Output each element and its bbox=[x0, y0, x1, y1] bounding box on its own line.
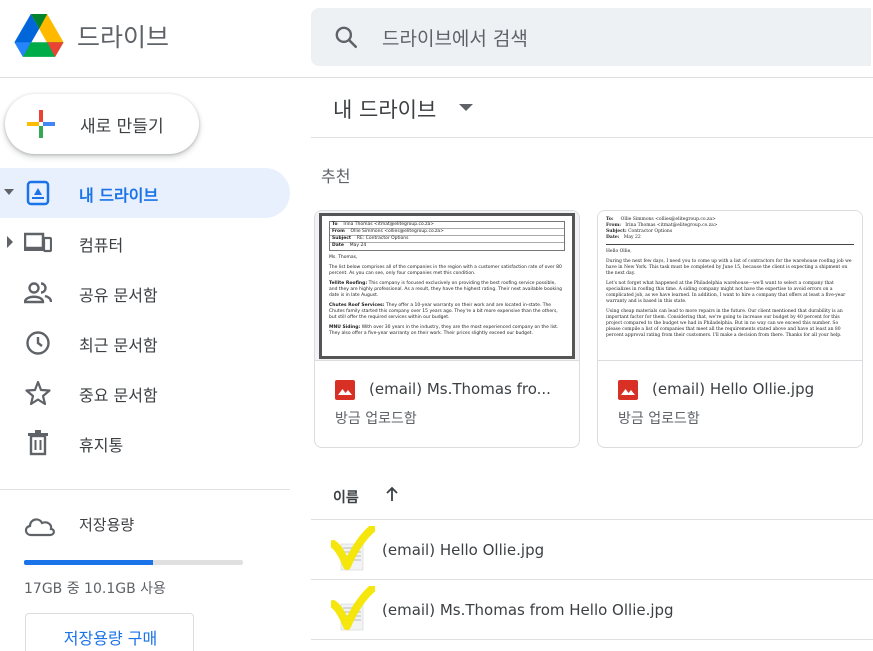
computer-icon bbox=[24, 232, 52, 253]
storage-usage-fill bbox=[24, 560, 154, 565]
preview-paragraph: Tellite Roofing: This company is focused… bbox=[329, 281, 563, 298]
file-preview-thumbnail: To Irina Thomas <itmat@elitegroup.co.za>… bbox=[315, 211, 579, 361]
preview-paragraph: MNU Siding: With over 30 years in the in… bbox=[329, 325, 559, 336]
checkmark-thumbnail-icon bbox=[331, 526, 375, 571]
suggested-file-card[interactable]: To Irina Thomas <itmat@elitegroup.co.za>… bbox=[314, 210, 580, 448]
sidebar-item-label: 공유 문서함 bbox=[79, 286, 158, 305]
preview-paragraph: The list below comprises all of the comp… bbox=[329, 265, 562, 276]
suggested-file-card[interactable]: To: Ollie Simmons <ollies@elitegroup.co.… bbox=[597, 210, 863, 448]
preview-header-key: Date: bbox=[606, 235, 620, 240]
preview-header-table: To Irina Thomas <itmat@elitegroup.co.za>… bbox=[329, 221, 565, 251]
main-title-row: 내 드라이브 bbox=[311, 78, 873, 138]
image-file-icon bbox=[335, 380, 355, 400]
star-icon bbox=[25, 380, 51, 406]
card-name-row: (email) Hello Ollie.jpg bbox=[618, 378, 858, 402]
sidebar-item-starred[interactable]: 중요 문서함 bbox=[0, 368, 295, 418]
preview-paragraph: Let's not forget what happened at the Ph… bbox=[606, 281, 846, 304]
shared-icon bbox=[24, 282, 52, 304]
preview-header-table: To: Ollie Simmons <ollies@elitegroup.co.… bbox=[606, 217, 854, 241]
card-subtitle: 방금 업로드함 bbox=[618, 411, 700, 427]
search-bar[interactable]: 드라이브에서 검색 bbox=[311, 8, 871, 66]
suggested-section-label: 추천 bbox=[321, 167, 351, 186]
sidebar-item-trash[interactable]: 휴지통 bbox=[0, 418, 295, 468]
preview-header-key: From: bbox=[606, 223, 621, 228]
preview-header-key: Date bbox=[332, 243, 344, 248]
new-button-label: 새로 만들기 bbox=[80, 117, 164, 137]
sidebar-item-computers[interactable]: 컴퓨터 bbox=[0, 218, 295, 268]
preview-paragraph: Using cheap materials can lead to more r… bbox=[606, 309, 843, 338]
caret-right-icon[interactable] bbox=[4, 236, 14, 248]
sidebar-item-label: 내 드라이브 bbox=[79, 186, 159, 205]
sidebar-item-label: 최근 문서함 bbox=[79, 336, 158, 355]
preview-header-value: Contractor Options bbox=[628, 229, 673, 234]
preview-header-key: To bbox=[332, 222, 338, 227]
preview-header-value: Irina Thomas <itmat@elitegroup.co.za> bbox=[625, 223, 718, 228]
recent-icon bbox=[26, 331, 50, 355]
sidebar-item-label: 중요 문서함 bbox=[79, 386, 158, 405]
preview-header-value: May 24 bbox=[349, 243, 367, 248]
preview-header-key: From bbox=[332, 229, 345, 234]
file-list-header: 이름 bbox=[311, 480, 873, 520]
cloud-icon bbox=[24, 518, 55, 537]
app-title: 드라이브 bbox=[77, 23, 170, 52]
storage-usage-text: 17GB 중 10.1GB 사용 bbox=[24, 581, 166, 597]
card-subtitle: 방금 업로드함 bbox=[335, 411, 417, 427]
buy-storage-label: 저장용량 구매 bbox=[63, 629, 158, 648]
new-button[interactable]: 새로 만들기 bbox=[5, 94, 199, 154]
preview-paragraph: During the next few days, I need you to … bbox=[606, 259, 852, 276]
preview-header-value: RE: Contractor Options bbox=[356, 236, 409, 241]
card-file-name: (email) Ms.Thomas fro... bbox=[369, 380, 551, 398]
buy-storage-button[interactable]: 저장용량 구매 bbox=[25, 613, 194, 651]
preview-header-value: Ollie Simmons <ollies@elitegroup.co.za> bbox=[350, 229, 444, 234]
sidebar-nav: 내 드라이브 컴퓨터 공유 문서함 최근 문서함 중요 문서함 휴지통 bbox=[0, 168, 295, 468]
file-name: (email) Ms.Thomas from Hello Ollie.jpg bbox=[382, 601, 674, 619]
card-file-name: (email) Hello Ollie.jpg bbox=[652, 380, 815, 398]
table-row[interactable]: (email) Ms.Thomas from Hello Ollie.jpg bbox=[311, 580, 873, 640]
search-icon[interactable] bbox=[333, 24, 359, 50]
table-row[interactable]: (email) Hello Ollie.jpg bbox=[311, 520, 873, 580]
document-preview: To: Ollie Simmons <ollies@elitegroup.co.… bbox=[598, 211, 862, 360]
card-name-row: (email) Ms.Thomas fro... bbox=[335, 378, 575, 402]
caret-down-icon[interactable] bbox=[4, 186, 14, 198]
drive-logo-icon[interactable] bbox=[14, 14, 64, 58]
preview-header-key: Subject: bbox=[606, 229, 627, 234]
file-name: (email) Hello Ollie.jpg bbox=[382, 541, 545, 559]
caret-down-icon[interactable] bbox=[459, 104, 473, 112]
trash-icon bbox=[28, 430, 48, 456]
sidebar-item-label: 컴퓨터 bbox=[79, 236, 124, 255]
page-title[interactable]: 내 드라이브 bbox=[333, 94, 436, 124]
image-file-icon bbox=[618, 380, 638, 400]
storage-label[interactable]: 저장용량 bbox=[79, 514, 134, 535]
sidebar-item-shared[interactable]: 공유 문서함 bbox=[0, 268, 295, 318]
preview-paragraph: Chutes Roof Services: They offer a 10-ye… bbox=[329, 303, 558, 320]
top-bar: 드라이브 드라이브에서 검색 bbox=[0, 0, 873, 78]
my-drive-icon bbox=[26, 180, 50, 206]
sidebar-divider bbox=[0, 489, 290, 490]
file-preview-thumbnail: To: Ollie Simmons <ollies@elitegroup.co.… bbox=[598, 211, 862, 361]
document-preview: To Irina Thomas <itmat@elitegroup.co.za>… bbox=[321, 215, 573, 359]
sidebar-item-recent[interactable]: 최근 문서함 bbox=[0, 318, 295, 368]
storage-usage-bar bbox=[24, 560, 243, 565]
search-input[interactable]: 드라이브에서 검색 bbox=[382, 24, 528, 51]
arrow-up-icon[interactable] bbox=[384, 486, 400, 502]
preview-header-value: Irina Thomas <itmat@elitegroup.co.za> bbox=[343, 222, 435, 227]
preview-header-value: Ollie Simmons <ollies@elitegroup.co.za> bbox=[620, 217, 716, 222]
sidebar-item-label: 휴지통 bbox=[79, 436, 124, 455]
preview-header-key: To: bbox=[606, 217, 614, 222]
sort-by-name-label[interactable]: 이름 bbox=[333, 487, 359, 507]
preview-header-key: Subject bbox=[332, 236, 352, 241]
sidebar-item-my-drive[interactable]: 내 드라이브 bbox=[0, 168, 290, 218]
plus-icon bbox=[27, 110, 55, 138]
checkmark-thumbnail-icon bbox=[331, 586, 375, 631]
preview-header-value: May 22 bbox=[623, 235, 641, 240]
